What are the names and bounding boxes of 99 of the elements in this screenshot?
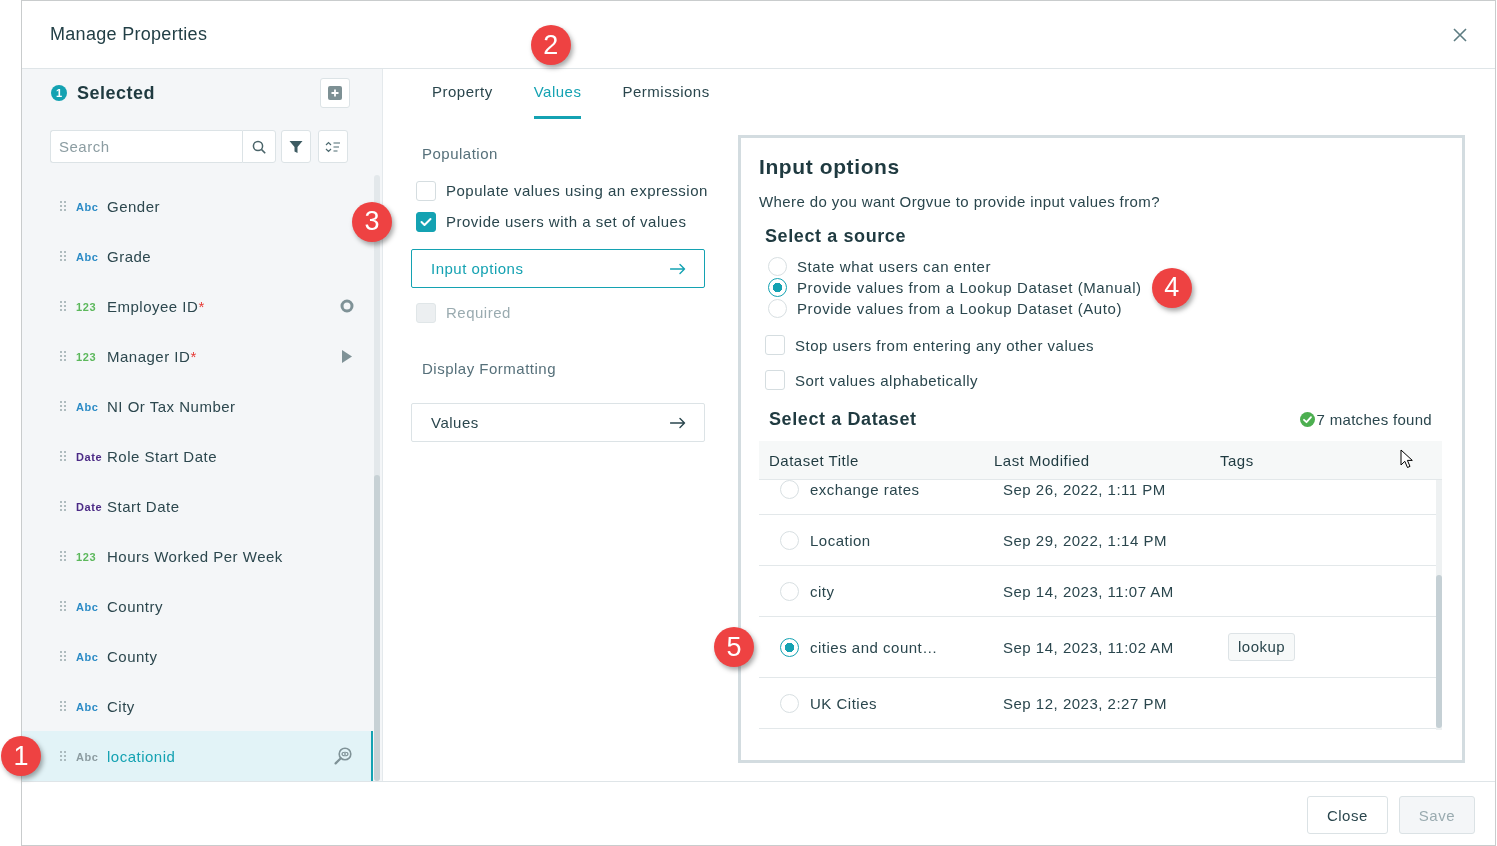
section-heading: Select a source — [765, 225, 908, 248]
search-icon — [252, 139, 266, 154]
column-header[interactable]: Tags — [1220, 451, 1442, 469]
drag-handle-icon[interactable] — [60, 401, 66, 411]
checkbox-label: Sort values alphabetically — [795, 371, 979, 389]
radio-button[interactable] — [780, 637, 799, 657]
property-name[interactable]: Manager ID — [107, 347, 191, 365]
magnifier-icon[interactable] — [334, 747, 352, 765]
drag-handle-icon[interactable] — [60, 301, 66, 311]
dataset-title: UK Cities — [810, 694, 877, 712]
section-heading: Display Formatting — [421, 359, 558, 379]
ring-icon — [340, 299, 354, 313]
dataset-title: exchange rates — [810, 480, 920, 498]
arrow-right-icon — [670, 262, 686, 275]
checkbox-label: Provide users with a set of values — [446, 213, 687, 230]
add-button[interactable] — [320, 78, 350, 108]
close-icon — [1453, 27, 1467, 42]
type-label: 123 — [76, 350, 98, 363]
tab[interactable]: Property — [432, 69, 493, 119]
type-label: Abc — [76, 400, 100, 413]
property-name[interactable]: City — [107, 697, 135, 715]
nav-button[interactable]: Values — [411, 403, 705, 442]
property-name[interactable]: Role Start Date — [107, 447, 218, 465]
table-cell: Sep 12, 2023, 2:27 PM — [1003, 694, 1167, 712]
property-name[interactable]: Country — [107, 597, 164, 615]
sort-icon — [325, 140, 341, 153]
table-cell: Sep 26, 2022, 1:11 PM — [1003, 480, 1166, 498]
required-mark: * — [198, 297, 205, 315]
drag-handle-icon[interactable] — [60, 351, 66, 361]
drag-handle-icon[interactable] — [60, 601, 66, 611]
type-label: Abc — [76, 200, 100, 213]
close-button[interactable] — [1453, 27, 1467, 42]
step-marker: 4 — [1151, 267, 1192, 308]
step-marker: 5 — [714, 627, 754, 667]
radio-label: Provide values from a Lookup Dataset (Manual) — [797, 279, 1142, 296]
filter-button[interactable] — [281, 130, 311, 163]
search-button[interactable] — [242, 130, 276, 163]
search-field[interactable]: Search — [50, 130, 242, 163]
close-button[interactable]: Close — [1306, 796, 1388, 834]
radio-label: State what users can enter — [797, 258, 992, 275]
table-cell: Sep 29, 2022, 1:14 PM — [1003, 531, 1167, 549]
panel-description: Where do you want Orgvue to provide input values from? — [759, 192, 1161, 212]
checkbox-label: Stop users from entering any other values — [795, 336, 1094, 354]
check-icon — [420, 216, 432, 227]
cursor-icon — [1400, 449, 1413, 469]
property-name[interactable]: Start Date — [107, 497, 180, 515]
dataset-title: city — [810, 582, 835, 600]
drag-handle-icon[interactable] — [60, 701, 66, 711]
property-name[interactable]: Employee ID — [107, 297, 199, 315]
type-label: Date — [76, 450, 100, 463]
funnel-icon — [289, 139, 303, 154]
scrollbar-thumb[interactable] — [374, 475, 380, 781]
drag-handle-icon[interactable] — [60, 451, 66, 461]
property-name[interactable]: Grade — [107, 247, 152, 265]
table-cell: Sep 14, 2023, 11:02 AM — [1003, 638, 1174, 656]
dataset-title: Location — [810, 531, 871, 549]
checkbox-label: Required — [446, 304, 511, 321]
table-cell: Sep 14, 2023, 11:07 AM — [1003, 582, 1174, 600]
dialog-title: Manage Properties — [50, 24, 208, 45]
type-label: Abc — [76, 600, 100, 613]
property-name[interactable]: County — [107, 647, 158, 665]
plus-square-icon — [328, 86, 342, 100]
type-label: Abc — [76, 650, 100, 663]
match-count: 7 matches found — [1316, 410, 1432, 428]
panel-title: Input options — [759, 154, 901, 180]
tab[interactable]: Permissions — [622, 69, 710, 119]
column-header[interactable]: Dataset Title — [759, 451, 994, 469]
drag-handle-icon[interactable] — [60, 251, 66, 261]
property-name[interactable]: Hours Worked Per Week — [107, 547, 283, 565]
dataset-title: cities and count… — [810, 638, 938, 656]
property-name[interactable]: Gender — [107, 197, 161, 215]
required-mark: * — [190, 347, 197, 365]
property-name[interactable]: NI Or Tax Number — [107, 397, 236, 415]
drag-handle-icon[interactable] — [60, 651, 66, 661]
section-heading: Select a Dataset — [769, 408, 917, 431]
drag-handle-icon[interactable] — [60, 201, 66, 211]
type-label: 123 — [76, 550, 98, 563]
radio-label: Provide values from a Lookup Dataset (Auto) — [797, 300, 1123, 317]
sidebar-title: Selected — [77, 82, 156, 104]
radio-button[interactable] — [768, 278, 787, 297]
drag-handle-icon[interactable] — [60, 501, 66, 511]
type-label: Date — [76, 500, 100, 513]
section-heading: Population — [421, 144, 499, 164]
type-label: Abc — [76, 700, 100, 713]
step-marker: 2 — [530, 25, 571, 65]
type-label: 123 — [76, 300, 98, 313]
type-label: Abc — [76, 250, 100, 263]
count-badge: 1 — [51, 85, 67, 101]
scrollbar-thumb[interactable] — [1436, 575, 1442, 728]
arrow-right-icon — [670, 416, 686, 429]
sort-button[interactable] — [318, 130, 348, 163]
checkbox-label: Populate values using an expression — [446, 182, 708, 199]
scrollbar-track[interactable] — [1436, 480, 1442, 730]
drag-handle-icon[interactable] — [60, 551, 66, 561]
column-header[interactable]: Last Modified — [994, 451, 1220, 469]
triangle-right-icon — [342, 349, 352, 363]
tag: lookup — [1228, 633, 1296, 661]
check-circle-icon — [1299, 411, 1315, 427]
checkbox[interactable] — [416, 211, 436, 232]
